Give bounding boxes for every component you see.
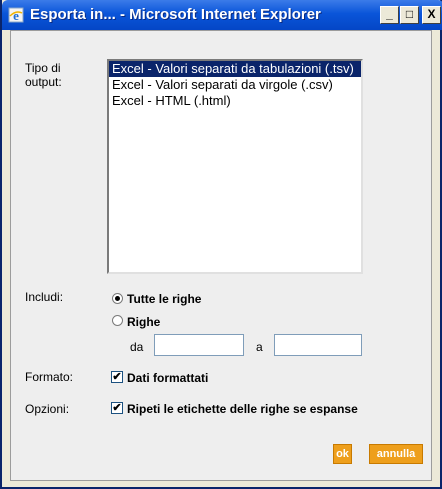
dialog-content: Tipo di output: Excel - Valori separati …: [10, 30, 432, 481]
output-option-tsv[interactable]: Excel - Valori separati da tabulazioni (…: [109, 61, 361, 77]
format-label: Formato:: [25, 370, 74, 384]
window-title: Esporta in... - Microsoft Internet Explo…: [30, 6, 321, 23]
to-label: a: [256, 340, 263, 354]
output-option-csv[interactable]: Excel - Valori separati da virgole (.csv…: [109, 77, 361, 93]
title-bar[interactable]: e Esporta in... - Microsoft Internet Exp…: [2, 0, 442, 30]
svg-text:e: e: [13, 8, 19, 23]
repeat-labels-checkbox[interactable]: ✔: [111, 402, 123, 414]
repeat-labels-label[interactable]: Ripeti le etichette delle righe se espan…: [127, 402, 358, 416]
include-rows-label[interactable]: Righe: [127, 315, 160, 329]
from-label: da: [130, 340, 144, 354]
ok-button[interactable]: ok: [333, 444, 352, 464]
minimize-button[interactable]: _: [380, 6, 399, 24]
maximize-button[interactable]: □: [400, 6, 419, 24]
output-type-label: Tipo di output:: [25, 61, 62, 89]
dialog-window: e Esporta in... - Microsoft Internet Exp…: [0, 0, 442, 489]
format-checkbox[interactable]: ✔: [111, 371, 123, 383]
from-row-input[interactable]: [154, 334, 244, 356]
internet-explorer-icon: e: [8, 7, 24, 23]
options-label: Opzioni:: [25, 402, 70, 416]
close-button[interactable]: X: [422, 6, 441, 24]
output-type-listbox[interactable]: Excel - Valori separati da tabulazioni (…: [107, 59, 363, 274]
include-all-radio[interactable]: [112, 293, 123, 304]
include-rows-radio[interactable]: [112, 315, 123, 326]
format-option-label[interactable]: Dati formattati: [127, 371, 208, 385]
output-option-html[interactable]: Excel - HTML (.html): [109, 93, 361, 109]
include-label: Includi:: [25, 290, 64, 304]
to-row-input[interactable]: [274, 334, 362, 356]
include-all-label[interactable]: Tutte le righe: [127, 292, 201, 306]
cancel-button[interactable]: annulla: [369, 444, 423, 464]
